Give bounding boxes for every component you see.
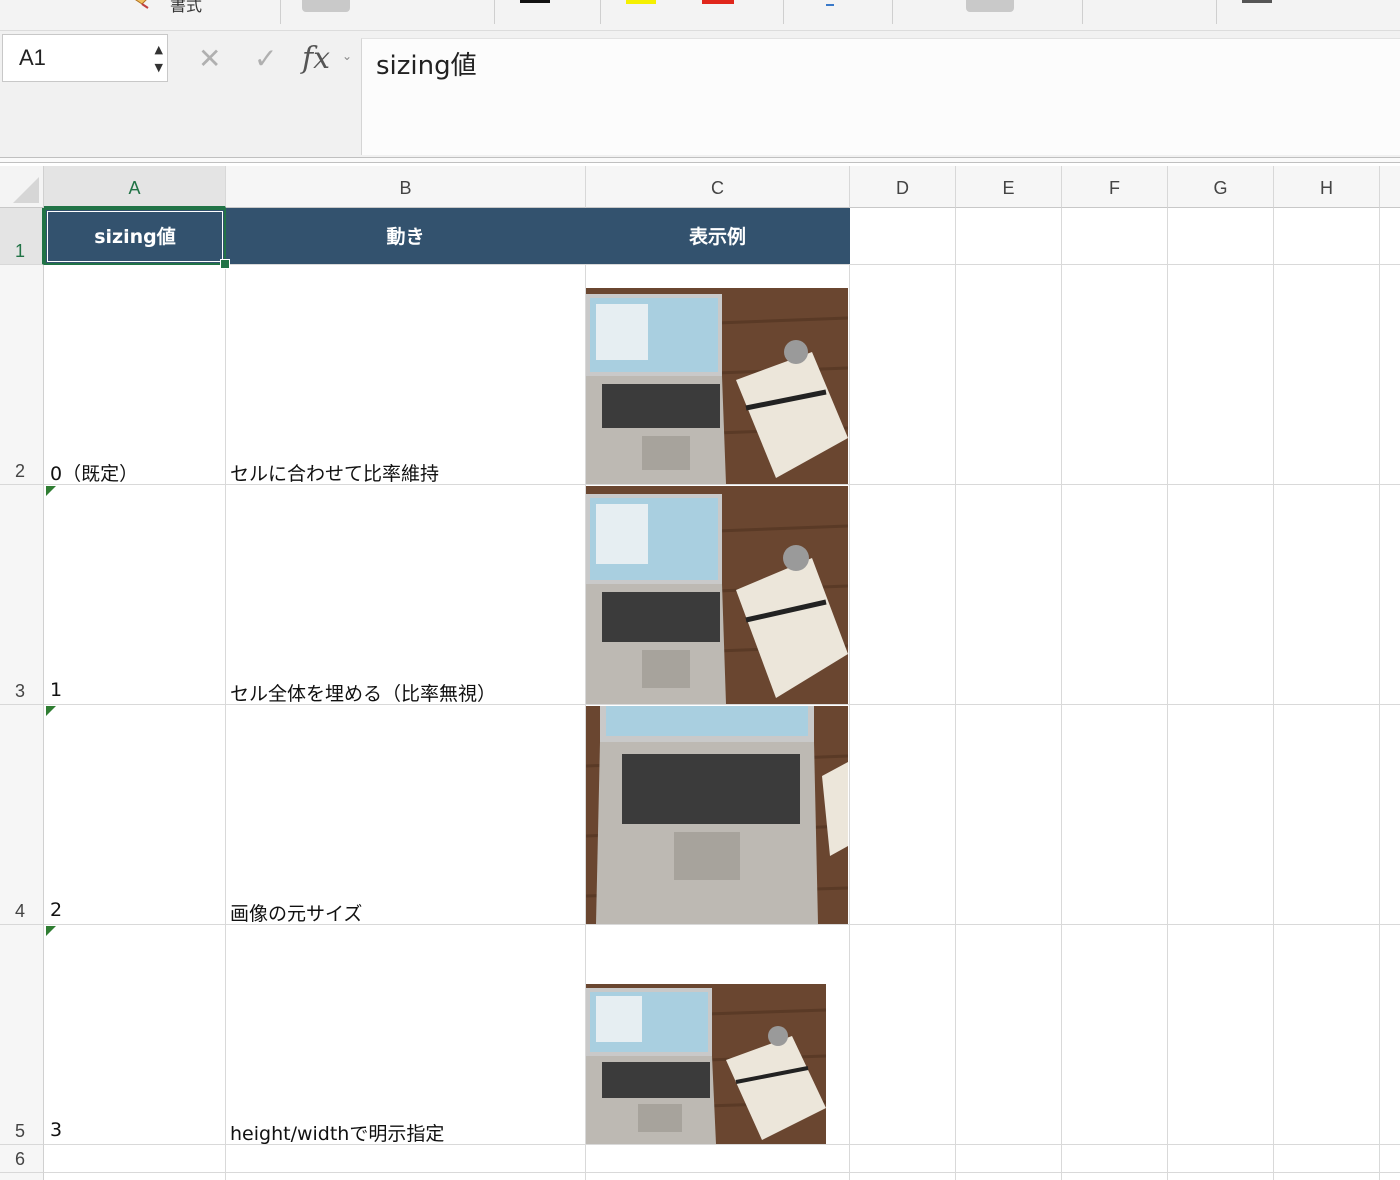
row-header-7[interactable] — [0, 1173, 44, 1180]
column-header-h[interactable]: H — [1274, 166, 1380, 208]
cell-a4[interactable]: 2 — [50, 899, 62, 921]
ribbon-separator — [494, 0, 495, 24]
formula-bar-divider[interactable] — [0, 157, 1400, 163]
cell-b2[interactable]: セルに合わせて比率維持 — [230, 459, 439, 486]
laptop-photo[interactable] — [586, 288, 848, 484]
formula-bar: A1 ▲ ▼ ✕ ✓ fx ⌄ sizing値 — [0, 31, 1400, 158]
error-indicator-icon[interactable] — [46, 486, 56, 496]
gridline — [225, 208, 226, 1180]
cell-b1[interactable]: 動き — [226, 208, 585, 264]
chevron-down-icon[interactable]: ⌄ — [342, 49, 352, 63]
cell-b3[interactable]: セル全体を埋める（比率無視） — [230, 679, 496, 706]
worksheet-grid[interactable]: A B C D E F G H 1 2 3 4 5 6 sizing値 動き 表… — [0, 166, 1400, 1180]
format-label[interactable]: 書式 — [170, 0, 202, 16]
gridline — [849, 208, 850, 1180]
column-header-e[interactable]: E — [956, 166, 1062, 208]
laptop-photo[interactable] — [586, 706, 848, 924]
gridline — [44, 1172, 1400, 1173]
row-number: 3 — [15, 681, 26, 701]
chevron-down-icon[interactable]: ▼ — [155, 62, 163, 73]
selection-inner-border — [47, 211, 223, 262]
ribbon-separator — [1216, 0, 1217, 24]
cell-b5[interactable]: height/widthで明示指定 — [230, 1119, 444, 1146]
select-all-button[interactable] — [0, 166, 44, 208]
column-header-a[interactable]: A — [44, 166, 226, 208]
cell-c1[interactable]: 表示例 — [585, 208, 850, 264]
gridline — [1167, 208, 1168, 1180]
column-header-b[interactable]: B — [226, 166, 586, 208]
format-painter-icon[interactable] — [128, 0, 152, 10]
gridline — [1273, 208, 1274, 1180]
formula-input[interactable]: sizing値 — [361, 38, 1400, 155]
row-number: 4 — [15, 901, 26, 921]
gridline — [1379, 208, 1380, 1180]
row-number: 1 — [15, 241, 26, 261]
gridline — [1061, 208, 1062, 1180]
row-header-4[interactable]: 4 — [0, 705, 44, 925]
cancel-icon[interactable]: ✕ — [198, 45, 221, 73]
gridline — [44, 264, 1400, 265]
select-all-triangle-icon — [13, 177, 39, 203]
row-number: 5 — [15, 1121, 26, 1141]
active-cell-selection[interactable] — [44, 208, 230, 269]
ribbon-icon[interactable] — [1242, 0, 1272, 3]
laptop-photo[interactable] — [586, 486, 848, 704]
ribbon-separator — [892, 0, 893, 24]
error-indicator-icon[interactable] — [46, 706, 56, 716]
highlight-color-icon[interactable] — [626, 0, 656, 4]
cell-a3[interactable]: 1 — [50, 679, 62, 701]
column-header-f[interactable]: F — [1062, 166, 1168, 208]
row-header-3[interactable]: 3 — [0, 485, 44, 705]
laptop-photo[interactable] — [586, 984, 826, 1144]
ribbon-separator — [1082, 0, 1083, 24]
formula-content[interactable]: sizing値 — [376, 45, 477, 82]
name-box-value[interactable]: A1 — [19, 45, 46, 71]
name-box[interactable]: A1 ▲ ▼ — [2, 34, 168, 82]
cell-b4[interactable]: 画像の元サイズ — [230, 899, 362, 926]
ribbon-toolbar: 書式 — [0, 0, 1400, 31]
ribbon-separator — [783, 0, 784, 24]
row-header-2[interactable]: 2 — [0, 265, 44, 485]
row-header-1[interactable]: 1 — [0, 208, 44, 265]
column-header-d[interactable]: D — [850, 166, 956, 208]
text-color-icon[interactable] — [702, 0, 734, 4]
column-header-i[interactable] — [1380, 166, 1400, 208]
ribbon-separator — [280, 0, 281, 24]
cell-a2[interactable]: 0（既定） — [50, 459, 138, 486]
fill-handle[interactable] — [220, 259, 230, 269]
row-number: 2 — [15, 461, 26, 481]
gridline — [955, 208, 956, 1180]
enter-icon[interactable]: ✓ — [254, 45, 277, 73]
row-header-5[interactable]: 5 — [0, 925, 44, 1145]
column-header-g[interactable]: G — [1168, 166, 1274, 208]
ribbon-button[interactable] — [966, 0, 1014, 12]
chevron-up-icon[interactable]: ▲ — [155, 44, 163, 55]
column-header-c[interactable]: C — [586, 166, 850, 208]
ribbon-button[interactable] — [302, 0, 350, 12]
cell-a5[interactable]: 3 — [50, 1119, 62, 1141]
error-indicator-icon[interactable] — [46, 926, 56, 936]
row-header-6[interactable]: 6 — [0, 1145, 44, 1173]
row-number: 6 — [15, 1149, 26, 1169]
font-color-icon[interactable] — [520, 0, 550, 3]
sort-icon[interactable] — [826, 0, 834, 6]
insert-function-button[interactable]: fx — [302, 41, 330, 76]
ribbon-separator — [600, 0, 601, 24]
